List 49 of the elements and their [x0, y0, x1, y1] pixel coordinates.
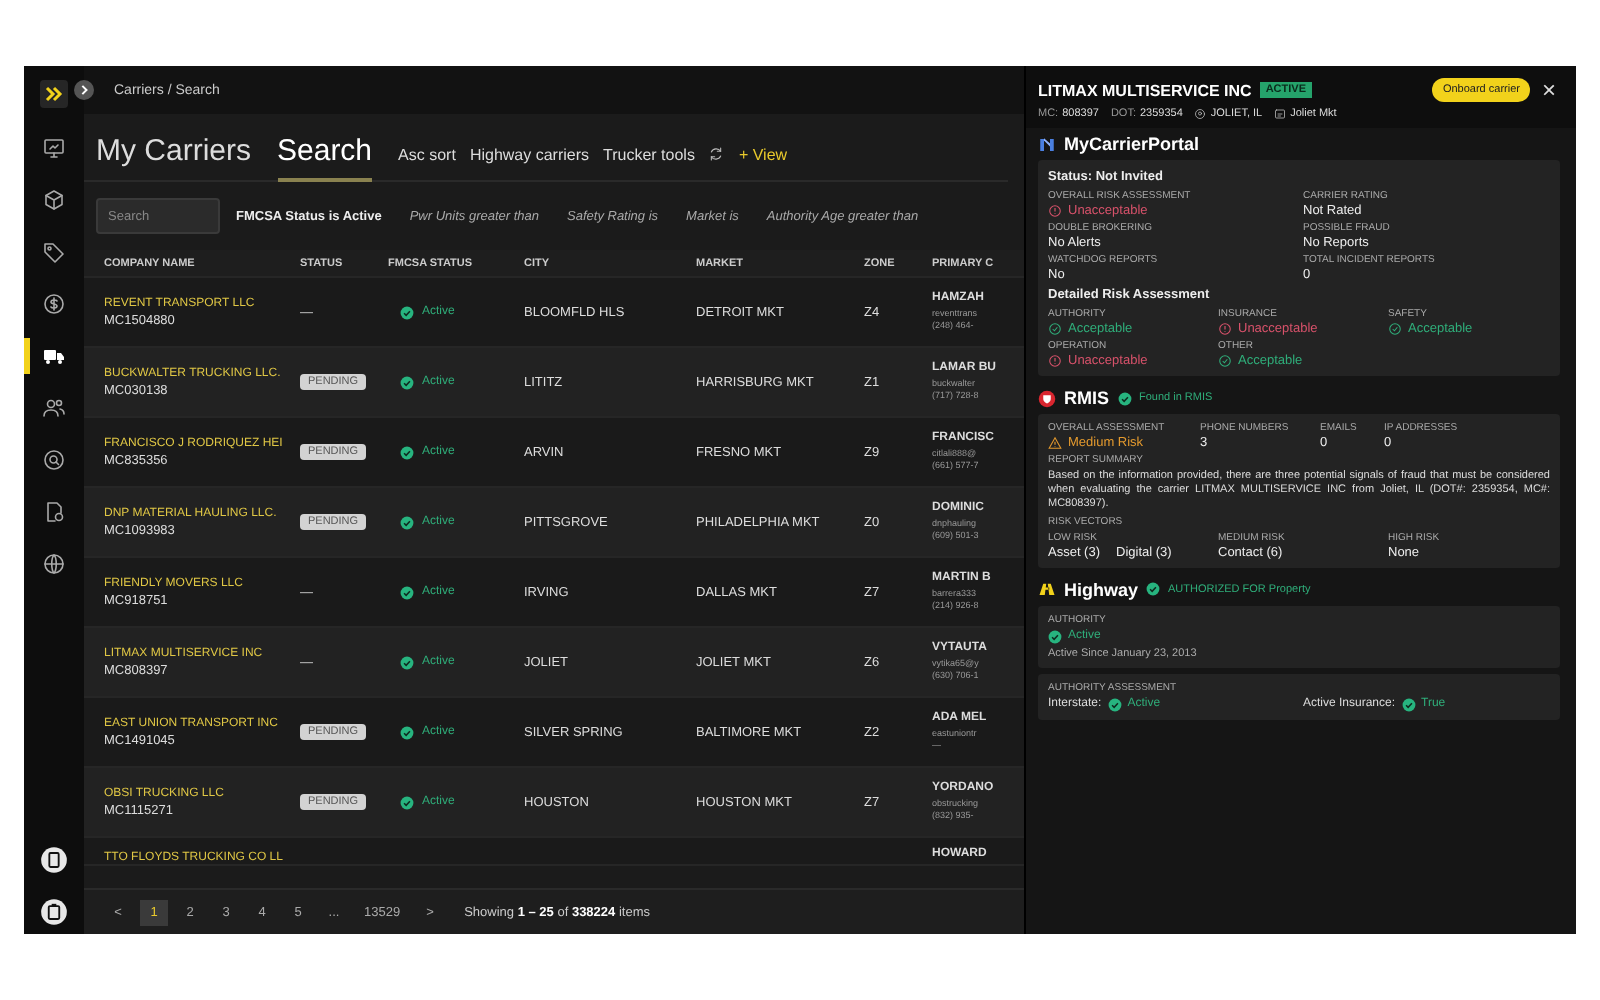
calendar-icon [1274, 108, 1287, 120]
phone-icon[interactable] [40, 846, 68, 874]
check-circle-icon [400, 445, 414, 459]
check-circle-icon [400, 515, 414, 529]
clipboard-icon[interactable] [40, 898, 68, 926]
check-circle-icon [1107, 697, 1122, 712]
highway-logo-icon [1038, 580, 1056, 599]
check-circle-icon [1388, 322, 1402, 336]
alert-circle-icon [1048, 204, 1062, 218]
carrier-title: LITMAX MULTISERVICE INC [1038, 81, 1252, 99]
check-circle-icon [400, 795, 414, 809]
box-icon [42, 188, 66, 212]
tag-icon [42, 240, 66, 264]
check-circle-icon [1401, 697, 1416, 712]
search-icon [42, 448, 66, 472]
check-circle-icon [400, 305, 414, 319]
dollar-icon [42, 292, 66, 316]
check-circle-icon [400, 585, 414, 599]
check-circle-icon [400, 725, 414, 739]
check-circle-icon [1146, 582, 1161, 597]
check-circle-icon [1218, 354, 1232, 368]
check-circle-icon [1117, 391, 1131, 405]
view-tab[interactable]: Highway carriers [469, 145, 590, 163]
view-tab[interactable]: Asc sort [398, 145, 456, 163]
alert-circle-icon [1048, 354, 1062, 368]
view-tab[interactable]: Trucker tools [603, 145, 695, 163]
check-circle-icon [1048, 629, 1062, 644]
alert-circle-icon [1218, 322, 1232, 336]
truck-icon [42, 344, 66, 368]
add-view-button[interactable]: + View [738, 145, 788, 163]
document-icon [42, 500, 66, 524]
section-title: RMIS [1064, 388, 1109, 408]
section-title: Highway [1064, 579, 1139, 600]
globe-icon [42, 552, 66, 576]
page-tab[interactable]: Search [277, 127, 373, 181]
check-circle-icon [400, 375, 414, 389]
page-tab[interactable]: My Carriers [96, 127, 251, 181]
shield-logo-icon [1038, 389, 1056, 407]
section-title: MyCarrierPortal [1064, 134, 1200, 154]
chevron-right-icon[interactable] [74, 80, 94, 100]
chevrons-icon[interactable] [42, 82, 66, 106]
warning-icon [1048, 436, 1062, 450]
monitor-icon [42, 136, 66, 160]
refresh-icon[interactable] [708, 146, 725, 162]
close-button[interactable]: × [1537, 78, 1560, 102]
portal-logo-icon [1038, 135, 1056, 153]
check-circle-icon [1048, 322, 1062, 336]
check-circle-icon [400, 655, 414, 669]
users-icon [42, 396, 66, 420]
